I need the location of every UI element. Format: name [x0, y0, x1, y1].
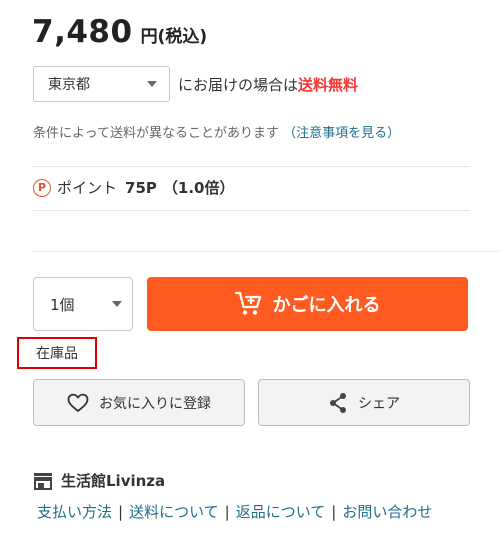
shop-name[interactable]: 生活館Livinza: [61, 470, 165, 491]
free-shipping-label: 送料無料: [298, 75, 359, 94]
shipping-note: 条件によって送料が異なることがあります （注意事項を見る）: [33, 122, 400, 141]
points-label: ポイント: [57, 179, 118, 197]
divider: [33, 210, 470, 211]
notes-link[interactable]: （注意事項を見る）: [283, 126, 400, 141]
divider: [33, 166, 470, 167]
separator: |: [118, 503, 124, 521]
price: 7,480 円(税込): [32, 14, 207, 50]
add-to-cart-label: かごに入れる: [272, 295, 381, 316]
share-button[interactable]: シェア: [258, 379, 470, 426]
share-icon: [330, 392, 346, 413]
stock-status: 在庫品: [17, 337, 97, 369]
cart-plus-icon: [234, 291, 261, 315]
product-purchase-panel: 7,480 円(税込) 東京都 にお届けの場合は送料無料 条件によって送料が異な…: [0, 0, 500, 538]
share-label: シェア: [358, 395, 400, 412]
points-value: 75P: [125, 178, 157, 197]
points-rate: （1.0倍）: [162, 179, 235, 197]
prefecture-select[interactable]: 東京都: [33, 66, 170, 102]
store-icon: [34, 472, 52, 490]
stock-label: 在庫品: [36, 346, 78, 362]
shop-links: 支払い方法 | 送料について | 返品について | お問い合わせ: [37, 501, 432, 522]
shop-name-row: 生活館Livinza: [33, 470, 165, 491]
separator: |: [224, 503, 230, 521]
quantity-select[interactable]: 1個: [33, 277, 133, 331]
contact-link[interactable]: お問い合わせ: [342, 503, 432, 521]
favorite-label: お気に入りに登録: [99, 395, 211, 412]
points-row: P ポイント 75P （1.0倍）: [33, 177, 234, 198]
separator: |: [331, 503, 337, 521]
delivery-condition: にお届けの場合は: [178, 75, 299, 94]
prefecture-value: 東京都: [48, 77, 90, 93]
chevron-down-icon: [147, 81, 157, 87]
quantity-value: 1個: [50, 295, 75, 314]
favorite-button[interactable]: お気に入りに登録: [33, 379, 245, 426]
delivery-text: にお届けの場合は送料無料: [178, 74, 358, 95]
price-unit: 円(税込): [140, 27, 208, 47]
add-to-cart-button[interactable]: かごに入れる: [147, 277, 468, 331]
shipping-note-text: 条件によって送料が異なることがあります: [33, 126, 279, 141]
divider: [33, 251, 500, 252]
point-icon: P: [33, 178, 51, 197]
delivery-row: 東京都 にお届けの場合は送料無料: [33, 66, 358, 102]
payment-link[interactable]: 支払い方法: [37, 503, 112, 521]
chevron-down-icon: [112, 301, 122, 307]
returns-link[interactable]: 返品について: [236, 503, 326, 521]
price-amount: 7,480: [32, 14, 133, 50]
shipping-link[interactable]: 送料について: [129, 503, 219, 521]
heart-icon: [67, 393, 89, 412]
